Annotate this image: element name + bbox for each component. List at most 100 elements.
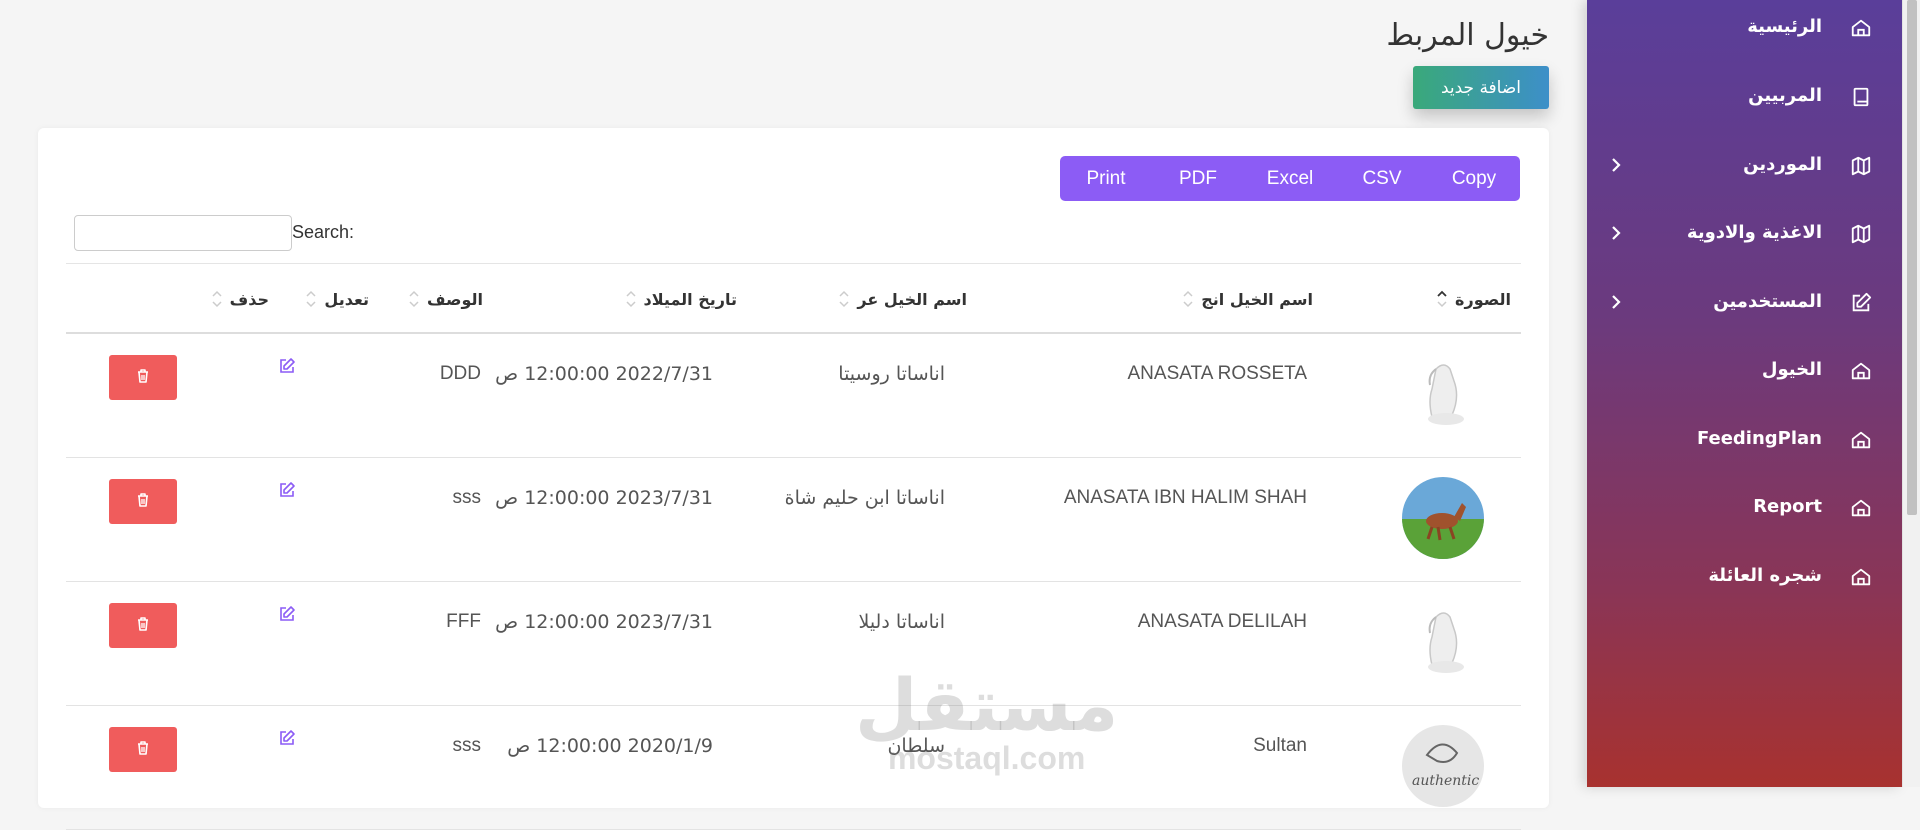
horse-image <box>1402 601 1484 683</box>
pdf-button[interactable]: PDF <box>1152 156 1244 201</box>
sort-icon <box>1181 286 1195 312</box>
trash-icon <box>135 617 151 635</box>
sidebar-item-label: الموردين <box>1743 154 1822 175</box>
table-header: الصورة اسم الخيل انج اسم الخيل عر تاريخ … <box>66 263 1521 334</box>
birth-date: 2022/7/31 12:00:00 ص <box>495 363 713 385</box>
column-header-name-ar[interactable]: اسم الخيل عر <box>837 286 967 312</box>
copy-button[interactable]: Copy <box>1428 156 1520 201</box>
delete-button[interactable] <box>109 355 177 400</box>
chevron-right-icon[interactable] <box>1609 223 1623 243</box>
page-scrollbar[interactable] <box>1902 0 1920 787</box>
edit-icon[interactable] <box>278 605 296 623</box>
sidebar-item-label: FeedingPlan <box>1696 428 1822 449</box>
column-header-name-en[interactable]: اسم الخيل انج <box>1181 286 1313 312</box>
column-header-image[interactable]: الصورة <box>1435 286 1511 312</box>
horse-name-en: ANASATA ROSSETA <box>1127 363 1308 384</box>
sidebar-item-label: الرئيسية <box>1747 16 1822 37</box>
description: sss <box>452 487 482 508</box>
description: sss <box>452 735 482 756</box>
book-icon <box>1850 86 1872 108</box>
search-input[interactable] <box>74 215 292 251</box>
map-icon <box>1850 155 1872 177</box>
column-header-birth-date[interactable]: تاريخ الميلاد <box>624 286 737 312</box>
column-header-delete[interactable]: حذف <box>210 286 269 312</box>
table-row: authentic Sultan سلطان 2020/1/9 12:00:00 صs… <box>66 705 1521 830</box>
page-title: خيول المربط <box>1386 18 1549 53</box>
table-row: ANASATA DELILAH اناساتا دليلا 2023/7/31 12… <box>66 581 1521 706</box>
column-label: الصورة <box>1455 289 1511 309</box>
home-icon <box>1850 566 1872 588</box>
birth-date: 2023/7/31 12:00:00 ص <box>495 487 713 509</box>
map-icon <box>1850 223 1872 245</box>
description: DDD <box>439 363 481 384</box>
edit-icon[interactable] <box>278 481 296 499</box>
home-icon <box>1850 360 1872 382</box>
horse-name-en: ANASATA DELILAH <box>1137 611 1307 632</box>
sidebar-item-label: المربيين <box>1748 85 1822 106</box>
sidebar-item-1[interactable]: الرئيسية <box>1587 8 1902 48</box>
sidebar-item-5[interactable]: المستخدمين <box>1587 283 1902 323</box>
column-label: تاريخ الميلاد <box>643 289 737 309</box>
delete-button[interactable] <box>109 479 177 524</box>
excel-button[interactable]: Excel <box>1244 156 1336 201</box>
watermark-arabic: مستقل <box>855 663 1119 747</box>
horse-name-en: Sultan <box>1253 735 1307 756</box>
birth-date: 2023/7/31 12:00:00 ص <box>495 611 713 633</box>
horse-image: authentic <box>1402 725 1484 807</box>
print-button[interactable]: Print <box>1060 156 1152 201</box>
chevron-right-icon[interactable] <box>1609 155 1623 175</box>
column-label: الوصف <box>426 289 483 309</box>
sidebar-item-6[interactable]: الخيول <box>1587 351 1902 391</box>
birth-date: 2020/1/9 12:00:00 ص <box>507 735 713 757</box>
description: FFF <box>446 611 481 632</box>
trash-icon <box>135 741 151 759</box>
sidebar-item-4[interactable]: الاغذية والادوية <box>1587 214 1902 254</box>
search-label: Search: <box>292 222 355 242</box>
scrollbar-thumb[interactable] <box>1907 0 1917 515</box>
sidebar: الرئيسية المربيين الموردين الاغذية والادوية… <box>1587 0 1902 787</box>
sort-icon <box>304 286 318 312</box>
edit-icon[interactable] <box>278 357 296 375</box>
sidebar-item-label: الاغذية والادوية <box>1686 222 1822 243</box>
sidebar-item-9[interactable]: شجره العائلة <box>1587 557 1902 597</box>
edit-icon <box>1850 292 1872 314</box>
sidebar-item-8[interactable]: Report <box>1587 488 1902 528</box>
horse-name-ar: اناساتا روسيتا <box>838 363 945 385</box>
column-label: تعديل <box>324 289 369 309</box>
home-icon <box>1850 497 1872 519</box>
column-label: اسم الخيل عر <box>857 289 967 309</box>
add-new-button[interactable]: اضافة جديد <box>1413 66 1549 109</box>
horse-name-ar: اناساتا دليلا <box>858 611 945 633</box>
watermark: مستقل mostaql.com <box>855 663 1119 777</box>
watermark-english: mostaql.com <box>887 740 1086 776</box>
table-row: ANASATA IBN HALIM SHAH اناساتا ابن حليم ش… <box>66 457 1521 582</box>
horse-name-ar: اناساتا ابن حليم شاة <box>784 487 945 509</box>
sidebar-item-3[interactable]: الموردين <box>1587 146 1902 186</box>
sidebar-item-label: المستخدمين <box>1713 291 1822 312</box>
horse-image <box>1402 477 1484 559</box>
table-row: ANASATA ROSSETA اناساتا روسيتا 2022/7/31 1… <box>66 333 1521 458</box>
trash-icon <box>135 493 151 511</box>
export-button-group: Copy CSV Excel PDF Print <box>1060 156 1520 201</box>
home-icon <box>1850 17 1872 39</box>
sidebar-item-2[interactable]: المربيين <box>1587 77 1902 117</box>
sort-icon <box>837 286 851 312</box>
csv-button[interactable]: CSV <box>1336 156 1428 201</box>
trash-icon <box>135 369 151 387</box>
sort-icon <box>210 286 224 312</box>
column-label: حذف <box>229 289 269 309</box>
sidebar-item-label: Report <box>1753 496 1822 517</box>
sort-asc-icon <box>1435 286 1449 312</box>
sidebar-item-label: شجره العائلة <box>1708 565 1822 586</box>
column-header-description[interactable]: الوصف <box>407 286 483 312</box>
home-icon <box>1850 429 1872 451</box>
delete-button[interactable] <box>109 727 177 772</box>
sidebar-item-label: الخيول <box>1761 359 1822 380</box>
delete-button[interactable] <box>109 603 177 648</box>
chevron-right-icon[interactable] <box>1609 292 1623 312</box>
sidebar-item-7[interactable]: FeedingPlan <box>1587 420 1902 460</box>
column-header-edit[interactable]: تعديل <box>304 286 369 312</box>
edit-icon[interactable] <box>278 729 296 747</box>
horse-name-en: ANASATA IBN HALIM SHAH <box>1063 487 1307 508</box>
horse-image <box>1402 353 1484 435</box>
